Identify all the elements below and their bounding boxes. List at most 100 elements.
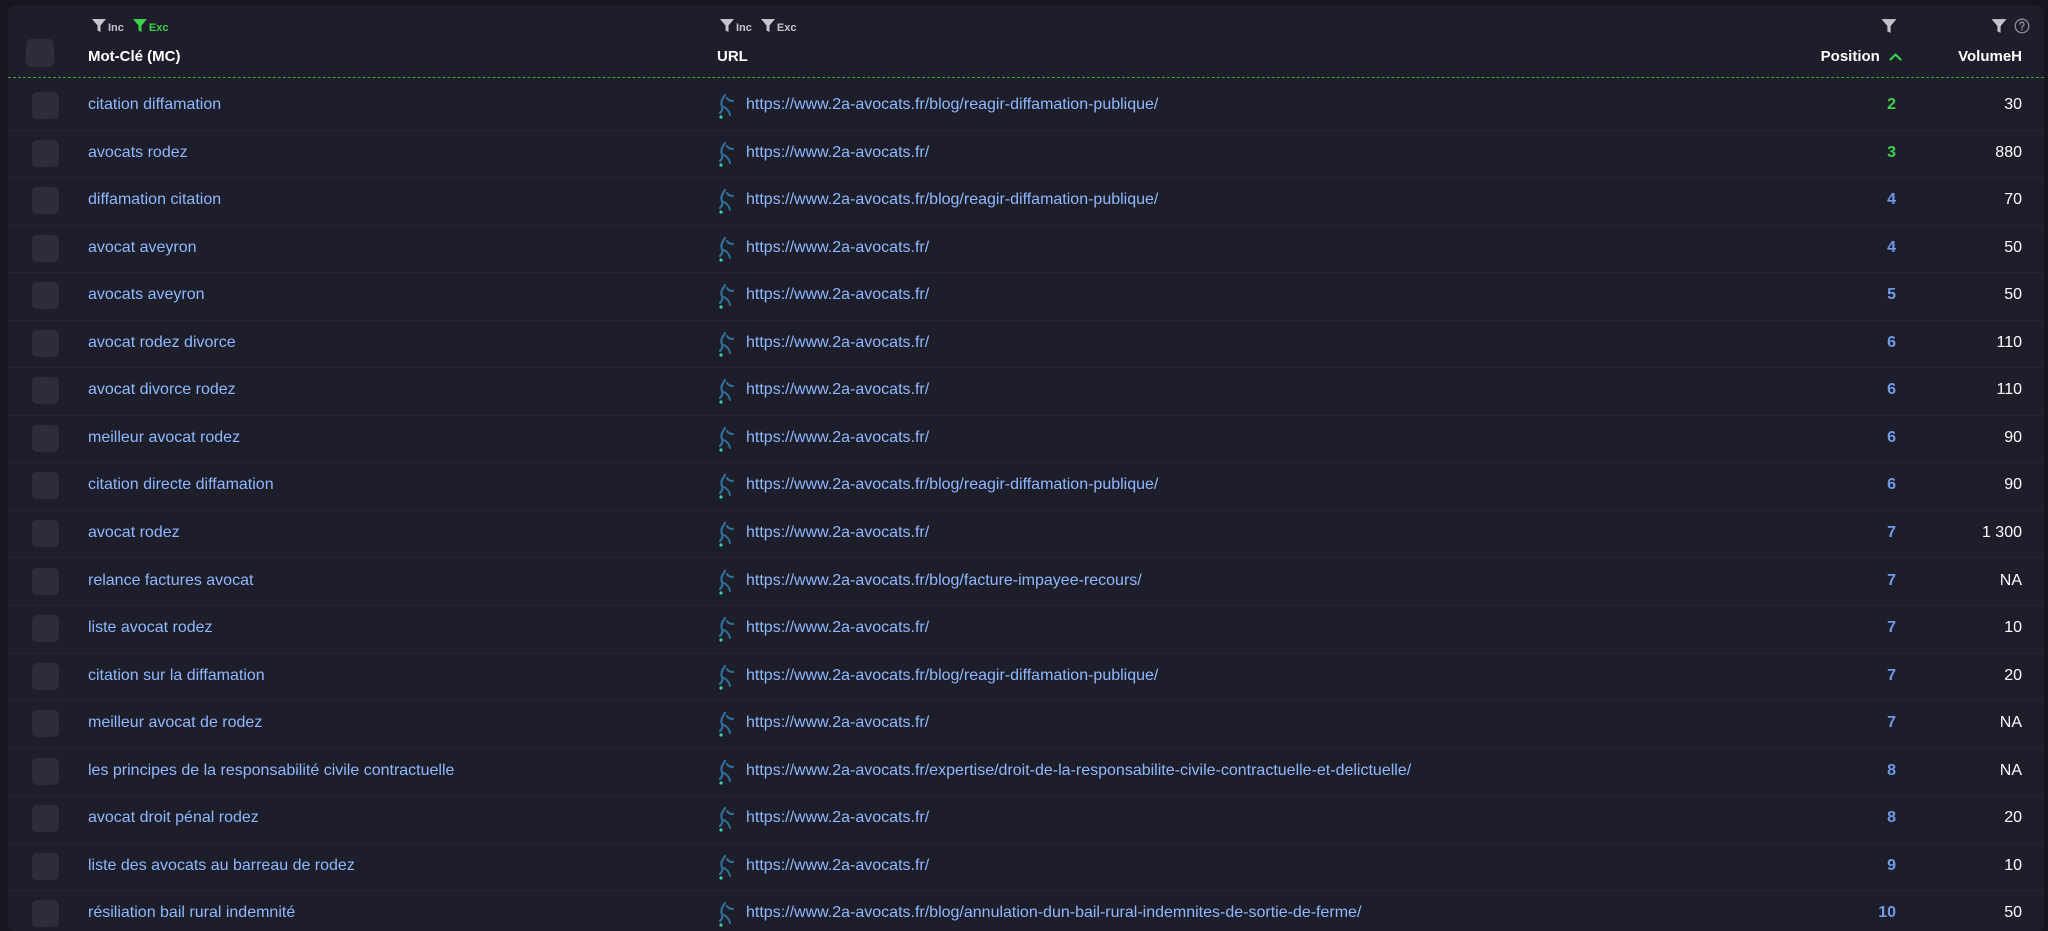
position-header-label: Position — [1820, 48, 1880, 65]
volume-help-button[interactable] — [2014, 18, 2030, 39]
ranking-url-link[interactable]: https://www.2a-avocats.fr/ — [746, 381, 929, 399]
volume-value: 70 — [2004, 191, 2022, 209]
keyword-link[interactable]: citation sur la diffamation — [88, 667, 265, 685]
keyword-link[interactable]: citation directe diffamation — [88, 476, 274, 494]
volume-value: 50 — [2004, 238, 2022, 256]
row-checkbox[interactable] — [32, 187, 59, 215]
keyword-link[interactable]: avocat rodez divorce — [88, 334, 236, 352]
table-row[interactable]: avocat droit pénal rodez https://www.2a-… — [8, 795, 2044, 844]
row-checkbox[interactable] — [32, 139, 59, 167]
table-row[interactable]: liste des avocats au barreau de rodez ht… — [8, 843, 2044, 892]
keyword-link[interactable]: liste des avocats au barreau de rodez — [88, 857, 355, 875]
ranking-url-link[interactable]: https://www.2a-avocats.fr/ — [746, 714, 929, 732]
keyword-link[interactable]: avocats rodez — [88, 144, 188, 162]
keyword-link[interactable]: avocat droit pénal rodez — [88, 809, 259, 827]
keyword-link[interactable]: citation diffamation — [88, 96, 221, 114]
row-checkbox[interactable] — [32, 234, 59, 262]
table-row[interactable]: citation diffamation https://www.2a-avoc… — [8, 82, 2044, 131]
position-value: 9 — [1887, 856, 1896, 874]
keyword-link[interactable]: avocat divorce rodez — [88, 381, 236, 399]
ranking-url-link[interactable]: https://www.2a-avocats.fr/blog/reagir-di… — [746, 191, 1158, 209]
table-row[interactable]: avocat aveyron https://www.2a-avocats.fr… — [8, 225, 2044, 274]
site-favicon-icon — [714, 520, 738, 548]
table-row[interactable]: citation sur la diffamation https://www.… — [8, 653, 2044, 702]
ranking-url-link[interactable]: https://www.2a-avocats.fr/blog/reagir-di… — [746, 667, 1158, 685]
ranking-url-link[interactable]: https://www.2a-avocats.fr/ — [746, 524, 929, 542]
site-favicon-icon — [714, 900, 738, 928]
volume-filter-button[interactable] — [1990, 18, 2008, 39]
keyword-link[interactable]: avocat rodez — [88, 524, 180, 542]
ranking-url-link[interactable]: https://www.2a-avocats.fr/blog/annulatio… — [746, 904, 1361, 922]
sort-ascending-icon — [1885, 48, 1902, 65]
ranking-url-link[interactable]: https://www.2a-avocats.fr/blog/facture-i… — [746, 572, 1142, 590]
keyword-link[interactable]: meilleur avocat de rodez — [88, 714, 262, 732]
table-row[interactable]: liste avocat rodez https://www.2a-avocat… — [8, 605, 2044, 654]
keyword-link[interactable]: avocats aveyron — [88, 286, 205, 304]
row-checkbox[interactable] — [32, 615, 59, 643]
select-all-checkbox[interactable] — [26, 39, 54, 67]
row-checkbox[interactable] — [32, 424, 59, 452]
keyword-link[interactable]: résiliation bail rural indemnité — [88, 904, 295, 922]
ranking-url-link[interactable]: https://www.2a-avocats.fr/ — [746, 429, 929, 447]
table-row[interactable]: avocat rodez https://www.2a-avocats.fr/ … — [8, 510, 2044, 559]
column-header-keyword[interactable]: Mot-Clé (MC) — [88, 48, 180, 65]
ranking-url-link[interactable]: https://www.2a-avocats.fr/ — [746, 144, 929, 162]
url-include-filter[interactable]: Inc — [719, 18, 752, 34]
row-checkbox[interactable] — [32, 92, 59, 119]
column-header-position[interactable]: Position — [1821, 48, 1902, 65]
table-row[interactable]: avocats aveyron https://www.2a-avocats.f… — [8, 272, 2044, 321]
row-checkbox[interactable] — [32, 472, 59, 500]
row-checkbox[interactable] — [32, 710, 59, 738]
keyword-exclude-filter[interactable]: Exc — [132, 18, 168, 34]
ranking-url-link[interactable]: https://www.2a-avocats.fr/expertise/droi… — [746, 762, 1411, 780]
table-row[interactable]: diffamation citation https://www.2a-avoc… — [8, 177, 2044, 226]
ranking-url-link[interactable]: https://www.2a-avocats.fr/ — [746, 809, 929, 827]
row-checkbox[interactable] — [32, 805, 59, 833]
ranking-url-link[interactable]: https://www.2a-avocats.fr/blog/reagir-di… — [746, 96, 1158, 114]
row-checkbox[interactable] — [32, 329, 59, 357]
question-icon — [2014, 18, 2030, 34]
column-header-volume[interactable]: VolumeH — [1958, 48, 2022, 65]
row-checkbox[interactable] — [32, 282, 59, 310]
ranking-url-link[interactable]: https://www.2a-avocats.fr/ — [746, 334, 929, 352]
keyword-link[interactable]: relance factures avocat — [88, 572, 253, 590]
position-value: 6 — [1887, 381, 1896, 399]
position-value: 7 — [1887, 666, 1896, 684]
row-checkbox[interactable] — [32, 852, 59, 880]
table-row[interactable]: avocat divorce rodez https://www.2a-avoc… — [8, 367, 2044, 416]
keyword-link[interactable]: les principes de la responsabilité civil… — [88, 762, 454, 780]
table-row[interactable]: meilleur avocat rodez https://www.2a-avo… — [8, 415, 2044, 464]
url-exclude-filter[interactable]: Exc — [760, 18, 796, 34]
site-favicon-icon — [714, 615, 738, 643]
keyword-link[interactable]: avocat aveyron — [88, 239, 197, 257]
table-row[interactable]: relance factures avocat https://www.2a-a… — [8, 558, 2044, 606]
position-value: 8 — [1887, 761, 1896, 779]
ranking-url-link[interactable]: https://www.2a-avocats.fr/ — [746, 239, 929, 257]
table-row[interactable]: résiliation bail rural indemnité https:/… — [8, 890, 2044, 931]
position-filter-button[interactable] — [1880, 18, 1898, 39]
row-checkbox[interactable] — [32, 567, 59, 595]
keyword-include-filter[interactable]: Inc — [91, 18, 124, 34]
table-row[interactable]: avocats rodez https://www.2a-avocats.fr/… — [8, 130, 2044, 179]
keyword-link[interactable]: diffamation citation — [88, 191, 221, 209]
ranking-url-link[interactable]: https://www.2a-avocats.fr/ — [746, 619, 929, 637]
position-value: 6 — [1887, 428, 1896, 446]
row-checkbox[interactable] — [32, 377, 59, 405]
table-row[interactable]: citation directe diffamation https://www… — [8, 462, 2044, 511]
keyword-link[interactable]: meilleur avocat rodez — [88, 429, 240, 447]
ranking-url-link[interactable]: https://www.2a-avocats.fr/ — [746, 286, 929, 304]
row-checkbox[interactable] — [32, 519, 59, 547]
row-checkbox[interactable] — [32, 900, 59, 928]
column-header-url[interactable]: URL — [717, 48, 748, 65]
table-row[interactable]: les principes de la responsabilité civil… — [8, 748, 2044, 797]
ranking-url-link[interactable]: https://www.2a-avocats.fr/blog/reagir-di… — [746, 476, 1158, 494]
row-checkbox[interactable] — [32, 662, 59, 690]
ranking-url-link[interactable]: https://www.2a-avocats.fr/ — [746, 857, 929, 875]
row-checkbox[interactable] — [32, 757, 59, 785]
keyword-link[interactable]: liste avocat rodez — [88, 619, 213, 637]
table-row[interactable]: meilleur avocat de rodez https://www.2a-… — [8, 700, 2044, 749]
position-value: 2 — [1887, 96, 1896, 113]
volume-value: 30 — [2004, 96, 2022, 113]
volume-value: 20 — [2004, 809, 2022, 827]
table-row[interactable]: avocat rodez divorce https://www.2a-avoc… — [8, 320, 2044, 369]
